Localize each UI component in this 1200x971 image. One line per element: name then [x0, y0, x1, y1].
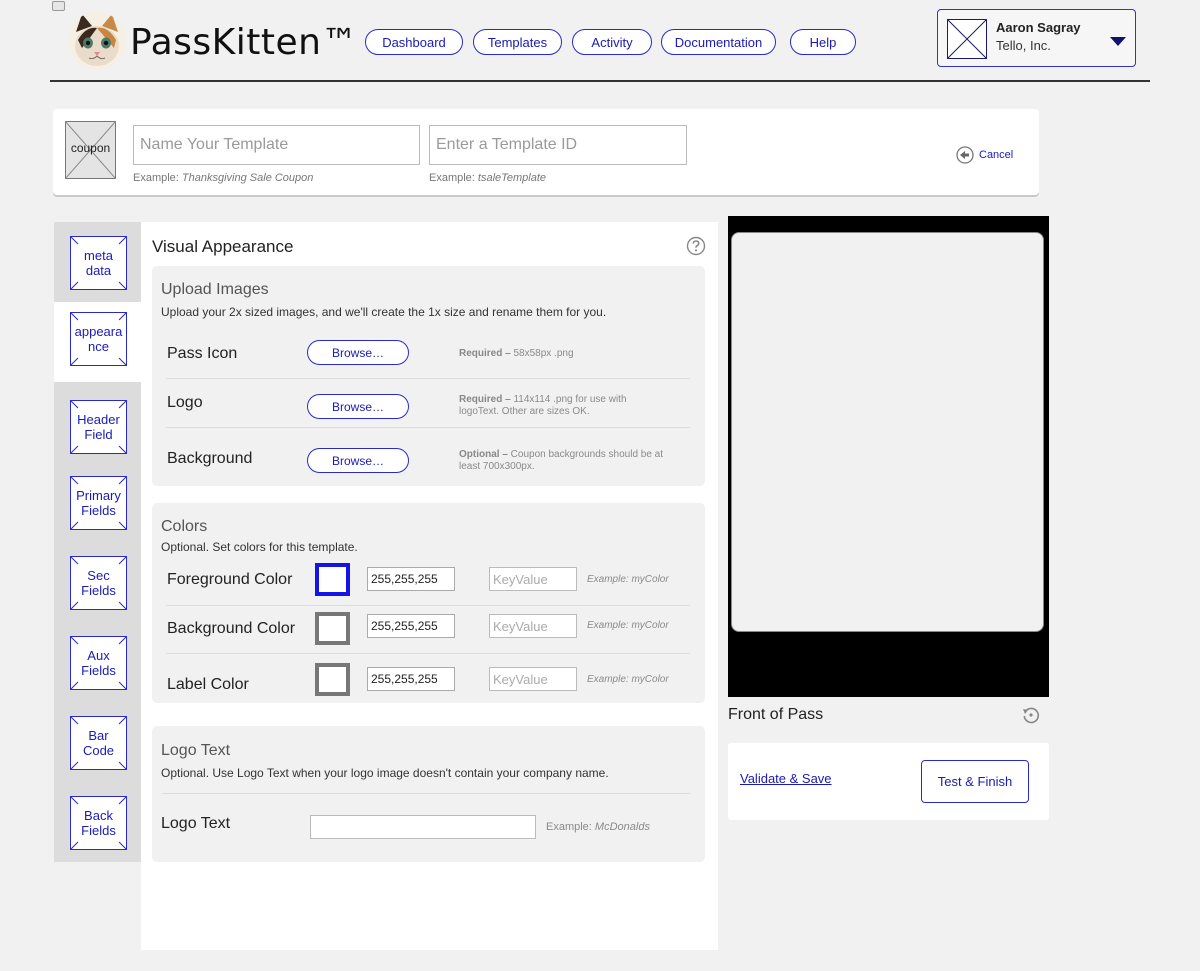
section-description: Optional. Set colors for this template.: [161, 540, 358, 554]
logo-text-label: Logo Text: [161, 815, 231, 832]
label-color-label: Label Color: [167, 676, 249, 693]
background-key-input[interactable]: [489, 614, 577, 638]
example-value: Thanksgiving Sale Coupon: [181, 172, 314, 184]
logo-text-input[interactable]: [310, 815, 536, 839]
foreground-color-label: Foreground Color: [167, 571, 293, 588]
label-color-input[interactable]: [367, 667, 455, 691]
example-prefix: Example:: [429, 172, 475, 184]
template-name-input[interactable]: [133, 125, 420, 165]
foreground-color-swatch[interactable]: [315, 563, 350, 596]
sidebar-item-label: Aux Fields: [81, 648, 116, 678]
logo-note: Required – 114x114 .png for use with log…: [459, 394, 627, 417]
page-title: Visual Appearance: [152, 237, 294, 256]
validate-save-link[interactable]: Validate & Save: [740, 771, 832, 786]
sidebar-item-label: Back Fields: [81, 808, 116, 838]
logo-text-example: Example: McDonalds: [546, 821, 650, 833]
background-color-label: Background Color: [167, 620, 296, 637]
background-color-swatch[interactable]: [315, 612, 350, 645]
foreground-key-input[interactable]: [489, 567, 577, 591]
preview-label: Front of Pass: [728, 706, 824, 723]
pass-icon-browse-button[interactable]: Browse…: [307, 340, 409, 365]
template-header-card: coupon Example: Thanksgiving Sale Coupon…: [53, 109, 1039, 195]
sidebar-item-back-fields[interactable]: Back Fields: [70, 796, 127, 850]
pass-icon-note: Required – 58x58px .png: [459, 348, 574, 359]
upload-images-section: Upload Images Upload your 2x sized image…: [152, 266, 705, 486]
template-id-input[interactable]: [429, 125, 687, 165]
step-sidebar-items: meta data appeara nce Header Field Primary F…: [54, 222, 142, 862]
sidebar-item-label: Sec Fields: [81, 568, 116, 598]
pass-preview-card: [731, 232, 1044, 632]
section-title: Upload Images: [161, 281, 269, 298]
sidebar-item-primary-fields[interactable]: Primary Fields: [70, 476, 127, 530]
sidebar-item-label: Primary Fields: [76, 488, 121, 518]
background-browse-button[interactable]: Browse…: [307, 448, 409, 473]
nav-documentation[interactable]: Documentation: [661, 29, 776, 55]
nav-templates[interactable]: Templates: [473, 29, 562, 55]
caret-down-icon[interactable]: [1110, 37, 1126, 46]
back-arrow-circle-icon: [956, 146, 974, 164]
user-menu[interactable]: Aaron Sagray Tello, Inc.: [937, 9, 1136, 67]
logo-label: Logo: [167, 394, 203, 411]
example-value: McDonalds: [594, 821, 650, 833]
row-divider: [166, 605, 690, 606]
header-divider: [50, 80, 1150, 82]
pass-preview: [728, 216, 1049, 697]
rotate-icon[interactable]: [1021, 705, 1041, 730]
brand-name: PassKitten™: [130, 22, 358, 63]
section-description: Upload your 2x sized images, and we'll c…: [161, 305, 607, 319]
background-color-input[interactable]: [367, 614, 455, 638]
sidebar-item-label: appeara nce: [74, 324, 123, 354]
row-divider: [166, 427, 690, 428]
foreground-color-input[interactable]: [367, 567, 455, 591]
nav-activity[interactable]: Activity: [572, 29, 652, 55]
row-divider: [166, 378, 690, 379]
appearance-panel: Visual Appearance Upload Images Upload y…: [141, 222, 718, 950]
avatar: [946, 18, 988, 60]
nav-dashboard[interactable]: Dashboard: [365, 29, 463, 55]
question-circle-icon[interactable]: [686, 236, 706, 261]
sidebar-item-label: Header Field: [77, 412, 120, 442]
section-title: Logo Text: [161, 742, 231, 759]
template-name-example: Example: Thanksgiving Sale Coupon: [133, 172, 313, 184]
foreground-color-example: Example: myColor: [587, 574, 669, 585]
pass-icon-label: Pass Icon: [167, 345, 238, 362]
colors-section: Colors Optional. Set colors for this tem…: [152, 503, 705, 703]
background-label: Background: [167, 450, 253, 467]
sidebar-item-appearance[interactable]: appeara nce: [70, 312, 127, 366]
section-title: Colors: [161, 518, 208, 535]
sidebar-item-header-field[interactable]: Header Field: [70, 400, 127, 454]
example-prefix: Example:: [546, 821, 592, 833]
sidebar-item-aux-fields[interactable]: Aux Fields: [70, 636, 127, 690]
template-type-label: coupon: [70, 141, 111, 155]
template-id-example: Example: tsaleTemplate: [429, 172, 546, 184]
sidebar-item-secondary-fields[interactable]: Sec Fields: [70, 556, 127, 610]
test-finish-button[interactable]: Test & Finish: [921, 760, 1029, 803]
user-company: Tello, Inc.: [996, 38, 1051, 53]
action-box: Validate & Save Test & Finish: [728, 743, 1049, 820]
logo-text-section: Logo Text Optional. Use Logo Text when y…: [152, 726, 705, 862]
example-prefix: Example:: [133, 172, 179, 184]
cancel-button[interactable]: Cancel: [956, 146, 1013, 164]
label-color-example: Example: myColor: [587, 674, 669, 685]
background-note: Optional – Coupon backgrounds should be …: [459, 449, 664, 472]
nav-help[interactable]: Help: [790, 29, 856, 55]
user-name: Aaron Sagray: [996, 20, 1081, 35]
sidebar-item-label: meta data: [84, 248, 113, 278]
label-color-swatch[interactable]: [315, 663, 350, 696]
sidebar-item-metadata[interactable]: meta data: [70, 236, 127, 290]
row-divider: [166, 653, 690, 654]
window-control[interactable]: [52, 1, 65, 11]
example-value: tsaleTemplate: [477, 172, 547, 184]
logo-browse-button[interactable]: Browse…: [307, 394, 409, 419]
kitten-logo-icon: [68, 12, 126, 70]
background-color-example: Example: myColor: [587, 620, 669, 631]
label-key-input[interactable]: [489, 667, 577, 691]
sidebar-item-barcode[interactable]: Bar Code: [70, 716, 127, 770]
sidebar-item-label: Bar Code: [82, 728, 115, 758]
section-description: Optional. Use Logo Text when your logo i…: [161, 766, 609, 780]
row-divider: [162, 793, 690, 794]
cancel-label: Cancel: [979, 149, 1014, 161]
